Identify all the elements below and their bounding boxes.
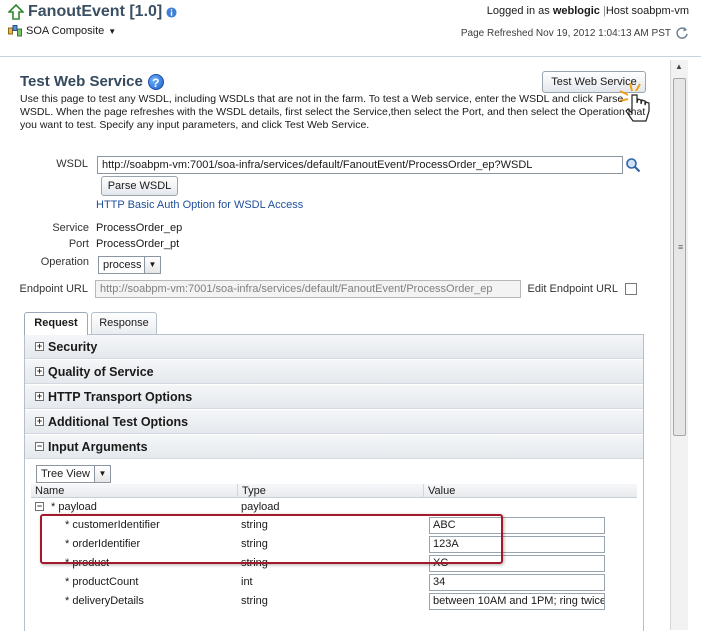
soa-composite-label: SOA Composite (26, 25, 105, 37)
up-arrow-icon[interactable] (8, 4, 24, 20)
collapse-icon: − (35, 441, 44, 451)
table-row: * deliveryDetails string between 10AM an… (31, 593, 637, 612)
expand-icon: + (35, 416, 44, 426)
vertical-scrollbar[interactable]: ▲ ≡ (670, 60, 688, 630)
chevron-down-icon: ▼ (108, 26, 117, 36)
section-quality-of-service[interactable]: + Quality of Service (25, 360, 643, 384)
arg-value-input[interactable]: 34 (429, 574, 605, 591)
arg-name: * productCount (65, 576, 139, 588)
wsdl-label: WSDL (56, 158, 88, 170)
arg-type: int (241, 576, 253, 588)
refreshed-text: Page Refreshed Nov 19, 2012 1:04:13 AM P… (460, 27, 671, 39)
grip-icon: ≡ (678, 242, 684, 252)
highlight-box (40, 514, 503, 564)
help-icon[interactable]: ? (147, 73, 164, 90)
page-title-text: Test Web Service (20, 73, 143, 90)
operation-select[interactable]: process ▼ (98, 256, 161, 274)
port-label: Port (68, 238, 89, 250)
table-row: * productCount int 34 (31, 574, 637, 593)
scroll-up-icon[interactable]: ▲ (671, 62, 687, 76)
section-input-arguments[interactable]: − Input Arguments (25, 435, 643, 459)
col-value: Value (423, 484, 637, 498)
service-value: ProcessOrder_ep (96, 222, 183, 234)
info-icon[interactable] (166, 6, 177, 18)
login-info: Logged in as weblogic |Host soabpm-vm (486, 5, 689, 17)
chevron-down-icon: ▼ (144, 257, 160, 273)
section-security[interactable]: + Security (25, 335, 643, 359)
host-label: Host (605, 5, 629, 17)
section-label: HTTP Transport Options (48, 389, 193, 404)
edit-endpoint-checkbox[interactable] (625, 283, 637, 295)
arg-type: string (241, 595, 268, 607)
tab-request[interactable]: Request (24, 312, 88, 335)
expand-icon: + (35, 391, 44, 401)
endpoint-url-input: http://soabpm-vm:7001/soa-infra/services… (95, 280, 521, 298)
section-label: Additional Test Options (48, 414, 189, 429)
arg-name: * payload (51, 501, 97, 513)
expand-icon: + (35, 341, 44, 351)
refresh-icon[interactable] (675, 26, 689, 40)
logged-in-prefix: Logged in as (486, 5, 550, 17)
user-link[interactable]: weblogic (553, 5, 600, 17)
port-value: ProcessOrder_pt (96, 238, 180, 250)
tree-view-select[interactable]: Tree View ▼ (36, 465, 111, 483)
host-name: soabpm-vm (631, 5, 689, 17)
service-label: Service (52, 222, 89, 234)
composite-title-text: FanoutEvent [1.0] (28, 3, 163, 20)
page-refreshed: Page Refreshed Nov 19, 2012 1:04:13 AM P… (461, 26, 689, 40)
wsdl-input[interactable]: http://soabpm-vm:7001/soa-infra/services… (97, 156, 623, 174)
section-label: Quality of Service (48, 364, 154, 379)
arg-value-input[interactable]: between 10AM and 1PM; ring twice (429, 593, 605, 610)
http-auth-link[interactable]: HTTP Basic Auth Option for WSDL Access (96, 199, 303, 211)
col-type: Type (237, 484, 423, 498)
soa-composite-icon (8, 25, 22, 37)
operation-select-value: process (103, 259, 142, 271)
col-name: Name (35, 485, 65, 497)
scroll-thumb[interactable]: ≡ (673, 78, 686, 436)
args-table-header: Name Type Value (31, 484, 637, 498)
collapse-icon[interactable]: − (35, 500, 46, 512)
section-label: Input Arguments (48, 439, 148, 454)
tree-view-value: Tree View (41, 468, 90, 480)
parse-wsdl-button[interactable]: Parse WSDL (101, 176, 178, 196)
search-icon[interactable] (625, 157, 641, 173)
request-panel: + Security + Quality of Service + HTTP T… (24, 334, 644, 631)
composite-title: FanoutEvent [1.0] (8, 3, 177, 21)
page-description: Use this page to test any WSDL, includin… (20, 93, 646, 131)
operation-label: Operation (40, 256, 89, 268)
chevron-down-icon: ▼ (94, 466, 110, 482)
page-header: FanoutEvent [1.0] SOA Composite ▼ Logged… (0, 0, 701, 56)
page-title: Test Web Service ? (20, 73, 164, 90)
soa-composite-menu[interactable]: SOA Composite ▼ (8, 25, 116, 37)
arg-type: payload (241, 501, 280, 513)
endpoint-url-label: Endpoint URL (19, 283, 89, 295)
section-label: Security (48, 339, 98, 354)
arg-name: * deliveryDetails (65, 595, 144, 607)
edit-endpoint-label: Edit Endpoint URL (527, 283, 619, 295)
section-http-transport[interactable]: + HTTP Transport Options (25, 385, 643, 409)
expand-icon: + (35, 366, 44, 376)
tab-response[interactable]: Response (91, 312, 157, 334)
section-additional-test-options[interactable]: + Additional Test Options (25, 410, 643, 434)
